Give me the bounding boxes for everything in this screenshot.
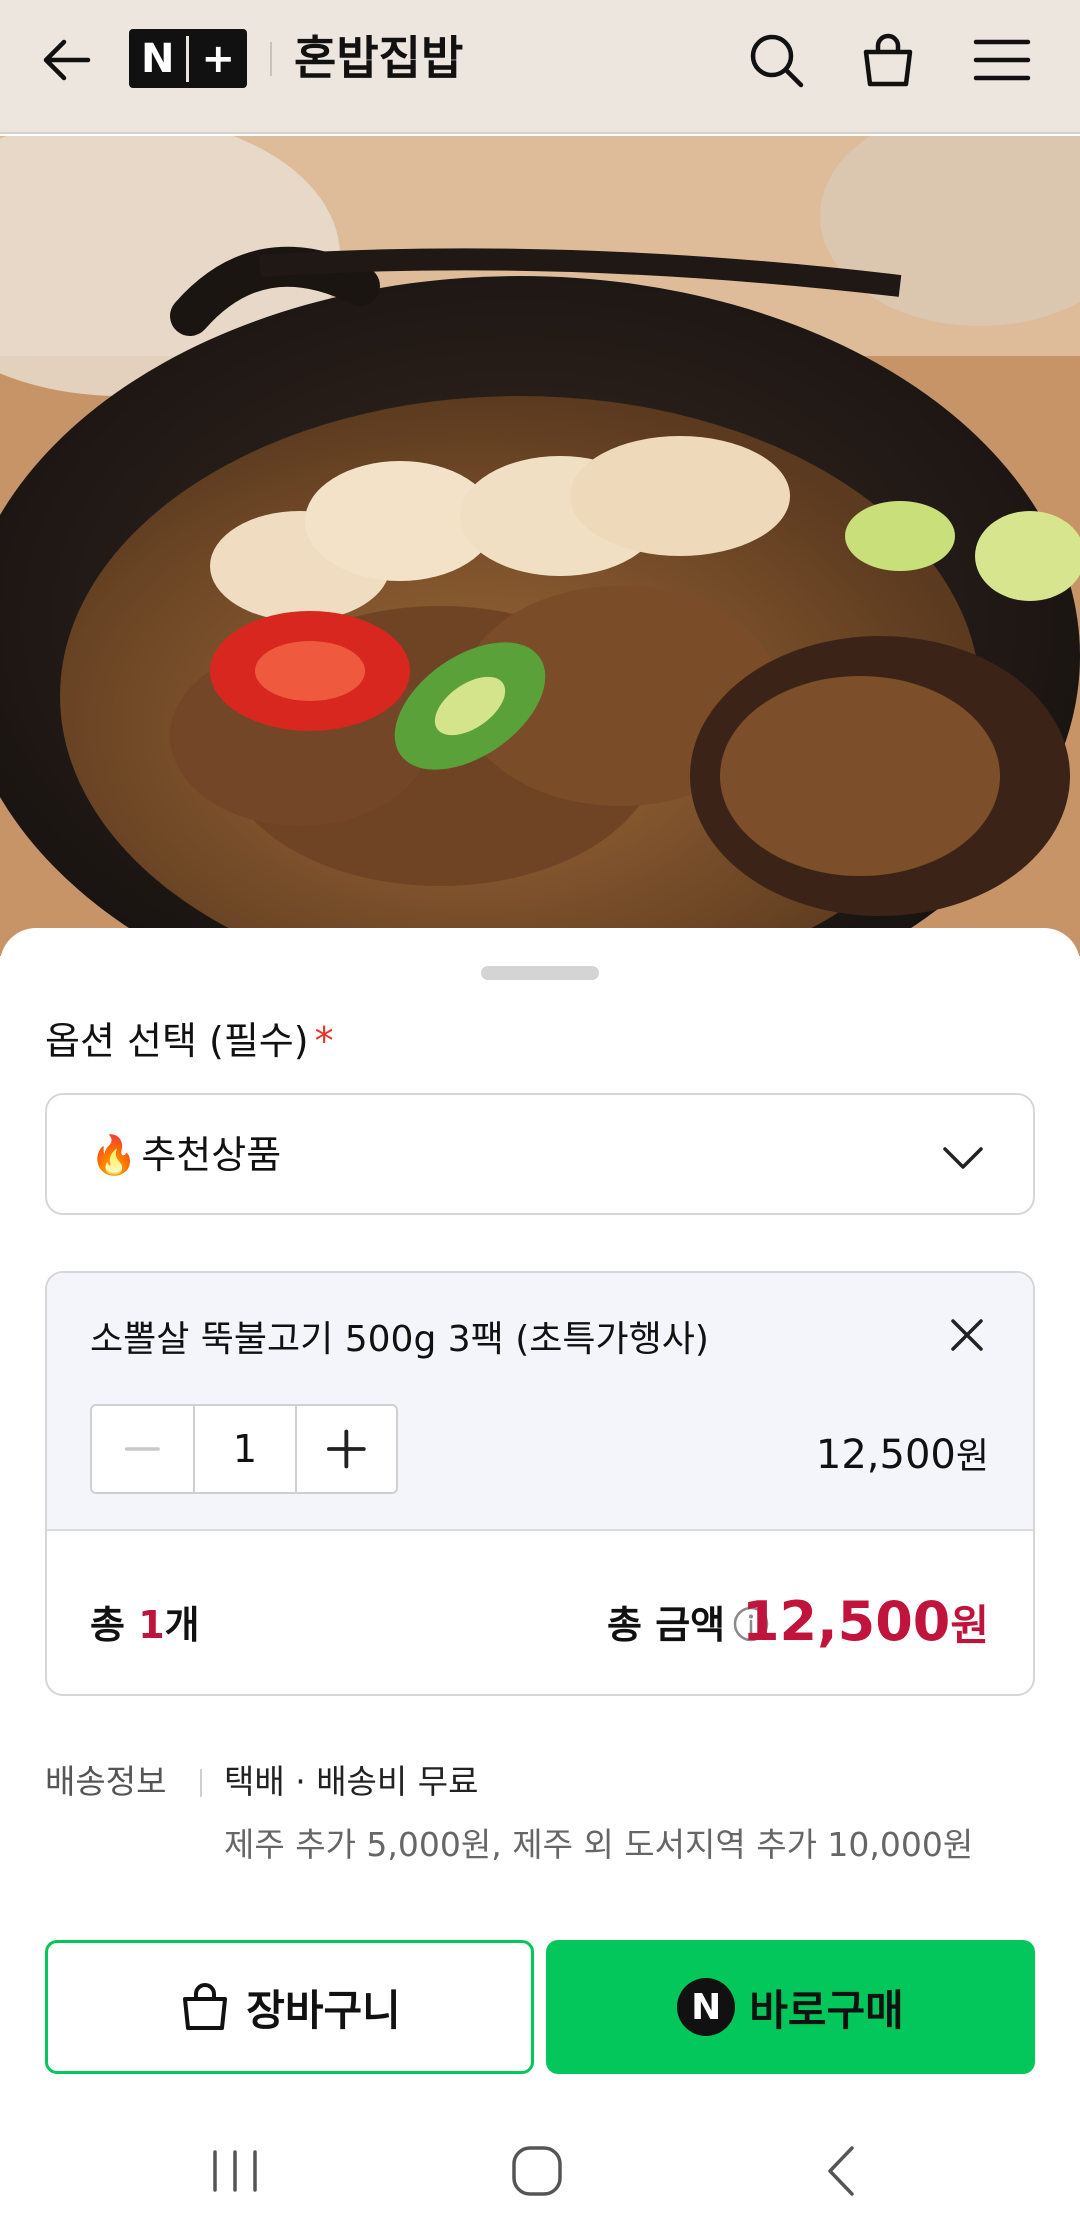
remove-item-close-icon[interactable] xyxy=(947,1315,987,1355)
total-amount-label: 총 금액 xyxy=(607,1603,726,1647)
menu-icon[interactable] xyxy=(972,30,1032,90)
header-divider xyxy=(270,42,272,76)
top-app-bar: N + 혼밥집밥 xyxy=(0,0,1080,134)
sheet-drag-handle[interactable] xyxy=(481,966,599,980)
item-price: 12,500원 xyxy=(816,1430,989,1482)
option-selected-value: 🔥 추천상품 xyxy=(90,1127,281,1183)
total-count: 총 1개 xyxy=(90,1600,200,1650)
quantity-value[interactable]: 1 xyxy=(192,1406,296,1492)
add-to-cart-label: 장바구니 xyxy=(246,1985,401,2035)
option-label-text: 옵션 선택 (필수) xyxy=(45,1019,309,1063)
increase-button[interactable] xyxy=(295,1406,396,1492)
plus-icon xyxy=(327,1429,367,1469)
item-price-value: 12,500 xyxy=(815,1432,956,1478)
selected-item: 소뽈살 뚝불고기 500g 3팩 (초특가행사) 1 12,500원 xyxy=(47,1273,1033,1531)
total-price-currency: 원 xyxy=(950,1601,989,1650)
home-icon[interactable] xyxy=(504,2138,570,2204)
option-bottom-sheet: 옵션 선택 (필수) * 🔥 추천상품 소뽈살 뚝불고기 500g 3팩 (초특가행… xyxy=(0,928,1080,2236)
total-price-value: 12,500 xyxy=(741,1590,951,1653)
naver-plus-store-logo[interactable]: N + xyxy=(129,29,247,88)
buy-now-label: 바로구매 xyxy=(749,1985,904,2035)
item-price-currency: 원 xyxy=(955,1436,989,1477)
chevron-down-icon xyxy=(943,1147,983,1169)
system-navigation-bar xyxy=(0,2106,1080,2236)
total-price: 12,500원 xyxy=(742,1589,989,1659)
selected-items-box: 소뽈살 뚝불고기 500g 3팩 (초특가행사) 1 12,500원 총 1개 … xyxy=(45,1271,1035,1696)
back-arrow-icon[interactable] xyxy=(38,30,98,90)
total-count-suffix: 개 xyxy=(164,1603,200,1647)
shopping-bag-icon xyxy=(183,1983,228,2030)
search-icon[interactable] xyxy=(746,30,806,90)
shipping-info-label: 배송정보 xyxy=(45,1762,167,1801)
shipping-extra-fee: 제주 추가 5,000원, 제주 외 도서지역 추가 10,000원 xyxy=(224,1825,974,1864)
recent-apps-icon[interactable] xyxy=(202,2138,268,2204)
store-name[interactable]: 혼밥집밥 xyxy=(294,28,463,88)
option-select-label: 옵션 선택 (필수) * xyxy=(45,1016,334,1066)
shipping-divider xyxy=(200,1769,202,1797)
fire-icon: 🔥 xyxy=(90,1133,138,1177)
minus-icon xyxy=(124,1447,160,1451)
buy-now-button[interactable]: N 바로구매 xyxy=(546,1940,1035,2074)
option-selected-text: 추천상품 xyxy=(141,1133,282,1177)
total-count-prefix: 총 xyxy=(90,1603,139,1647)
required-mark: * xyxy=(314,1019,334,1063)
shipping-method: 택배 · 배송비 무료 xyxy=(224,1762,479,1801)
shopping-bag-icon[interactable] xyxy=(858,30,918,90)
total-count-value: 1 xyxy=(138,1603,165,1647)
item-name: 소뽈살 뚝불고기 500g 3팩 (초특가행사) xyxy=(90,1319,709,1360)
naver-pay-n-icon: N xyxy=(677,1978,736,2036)
decrease-button[interactable] xyxy=(92,1406,193,1492)
add-to-cart-button[interactable]: 장바구니 xyxy=(45,1940,534,2074)
system-back-icon[interactable] xyxy=(808,2138,874,2204)
product-image xyxy=(0,136,1080,956)
option-dropdown[interactable]: 🔥 추천상품 xyxy=(45,1093,1035,1215)
quantity-stepper: 1 xyxy=(90,1404,398,1494)
